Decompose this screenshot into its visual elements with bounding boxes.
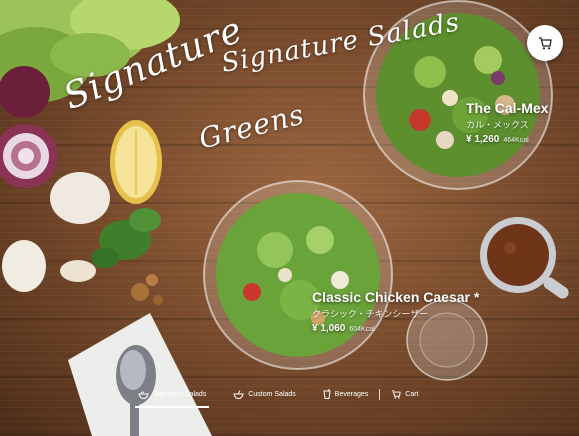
- custom-bowl-icon: [233, 389, 244, 399]
- cart-button[interactable]: [527, 25, 563, 61]
- item-price-row: ¥ 1,260 464Kcal: [466, 134, 548, 145]
- item-calories: 604Kcal: [349, 326, 375, 333]
- cup-icon: [323, 389, 331, 399]
- cart-icon: [539, 36, 552, 49]
- nav-signature-salads[interactable]: Signature Salads: [135, 390, 210, 408]
- nav-divider: [379, 388, 381, 400]
- menu-item-classic-chicken-caesar[interactable]: Classic Chicken Caesar * クラシック・チキンシーザー ¥…: [312, 289, 479, 334]
- item-name: Classic Chicken Caesar *: [312, 289, 480, 305]
- nav-beverages[interactable]: Beverages: [320, 389, 371, 399]
- nav-label: Custom Salads: [248, 390, 296, 398]
- menu-screen: Signature Salads Signature Greens The Ca…: [0, 0, 579, 436]
- nav-label: Beverages: [334, 390, 369, 398]
- nav-label: Signature Salads: [153, 390, 207, 398]
- item-price: ¥ 1,260: [466, 134, 500, 145]
- bottom-nav: Signature Salads Custom Salads Beverages…: [135, 383, 465, 408]
- nav-custom-salads[interactable]: Custom Salads: [230, 389, 298, 399]
- nav-cart[interactable]: Cart: [388, 389, 421, 399]
- item-price-row: ¥ 1,060 604Kcal: [312, 323, 479, 334]
- item-name-japanese: カル・メックス: [466, 120, 529, 130]
- item-name: The Cal-Mex: [466, 100, 549, 116]
- walnuts-image: [131, 274, 163, 305]
- salad-bowl-icon: [138, 391, 149, 399]
- lemon-image: [110, 120, 162, 204]
- menu-item-cal-mex[interactable]: The Cal-Mex カル・メックス ¥ 1,260 464Kcal: [466, 100, 548, 145]
- cilantro-image: [91, 208, 161, 268]
- item-calories: 464Kcal: [503, 137, 529, 144]
- cart-icon: [392, 389, 401, 399]
- garlic-image: [2, 172, 110, 292]
- dressing-cup: [480, 217, 569, 299]
- napkin-spoon-image: [68, 313, 212, 436]
- item-name-japanese: クラシック・チキンシーザー: [312, 309, 429, 319]
- caesar-bowl: [203, 180, 393, 370]
- item-price: ¥ 1,060: [312, 323, 346, 334]
- nav-label: Cart: [405, 390, 419, 398]
